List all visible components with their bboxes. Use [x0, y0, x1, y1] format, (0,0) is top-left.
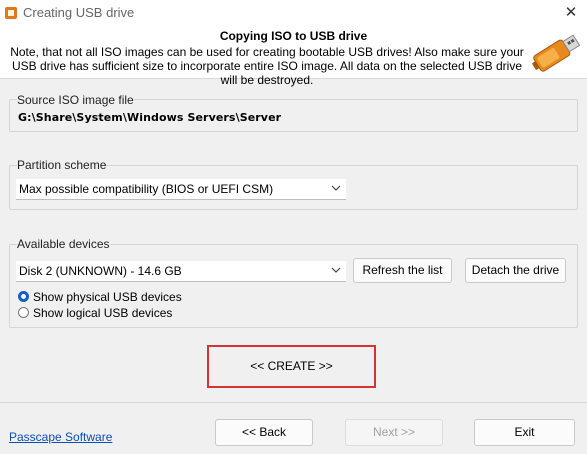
source-path: G:\Share\System\Windows Servers\Server [18, 111, 282, 124]
refresh-list-button[interactable]: Refresh the list [353, 258, 452, 283]
radio-logical-label: Show logical USB devices [33, 306, 173, 320]
create-button[interactable]: << CREATE >> [213, 350, 370, 383]
partition-selected: Max possible compatibility (BIOS or UEFI… [19, 182, 274, 196]
app-icon [5, 7, 17, 19]
source-label: Source ISO image file [17, 93, 134, 107]
radio-physical-indicator[interactable] [18, 291, 29, 302]
exit-button[interactable]: Exit [474, 419, 575, 446]
next-button[interactable]: Next >> [345, 419, 443, 446]
passcape-link[interactable]: Passcape Software [9, 430, 112, 444]
title-bar: Creating USB drive ✕ [0, 0, 587, 26]
radio-logical-indicator[interactable] [18, 307, 29, 318]
footer-divider [0, 402, 587, 403]
partition-select[interactable]: Max possible compatibility (BIOS or UEFI… [16, 179, 346, 200]
back-button[interactable]: << Back [215, 419, 313, 446]
chevron-down-icon [331, 185, 341, 191]
dialog-header: Copying ISO to USB drive Note, that not … [0, 26, 587, 87]
radio-physical-label: Show physical USB devices [33, 290, 182, 304]
device-selected: Disk 2 (UNKNOWN) - 14.6 GB [19, 264, 182, 278]
dialog-heading: Copying ISO to USB drive [219, 29, 368, 43]
window-title: Creating USB drive [23, 5, 135, 20]
device-select[interactable]: Disk 2 (UNKNOWN) - 14.6 GB [16, 261, 346, 282]
partition-label: Partition scheme [17, 158, 107, 172]
detach-drive-button[interactable]: Detach the drive [465, 258, 566, 283]
usb-drive-icon [532, 34, 581, 72]
devices-label: Available devices [17, 237, 110, 251]
close-icon[interactable]: ✕ [560, 2, 582, 24]
chevron-down-icon [331, 267, 341, 273]
dialog-note: Note, that not all ISO images can be use… [10, 45, 524, 87]
